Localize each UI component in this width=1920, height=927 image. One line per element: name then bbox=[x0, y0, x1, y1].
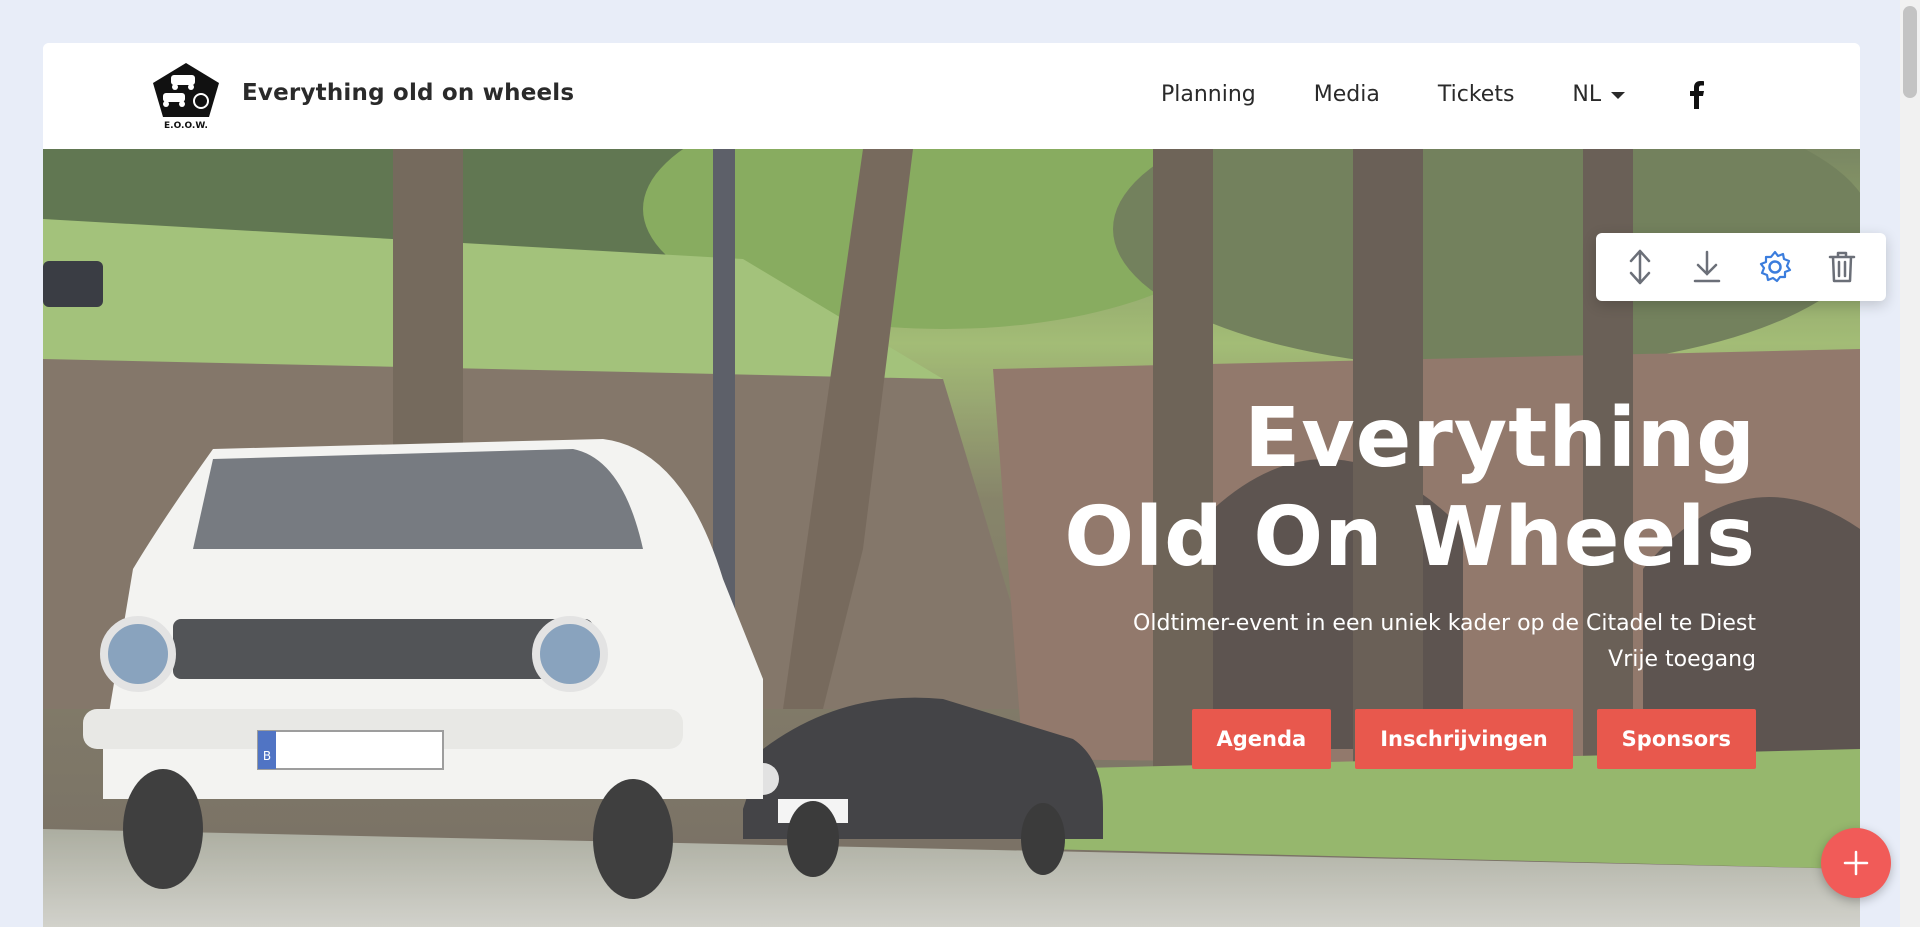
trash-icon bbox=[1829, 251, 1856, 283]
logo-text: E.O.O.W. bbox=[164, 121, 208, 131]
agenda-button[interactable]: Agenda bbox=[1191, 709, 1332, 769]
download-icon bbox=[1694, 250, 1721, 283]
add-block-button[interactable] bbox=[1821, 828, 1891, 898]
site-header: E.O.O.W. Everything old on wheels Planni… bbox=[43, 43, 1860, 149]
move-vertical-icon bbox=[1629, 249, 1650, 285]
sponsors-button[interactable]: Sponsors bbox=[1596, 709, 1756, 769]
eoow-logo[interactable]: E.O.O.W. bbox=[151, 61, 221, 131]
hero-section: B Everything Old On Wheels Oldtimer-even… bbox=[43, 149, 1860, 927]
hero-subtitle-line-1: Oldtimer-event in een uniek kader op de … bbox=[1133, 611, 1756, 636]
scrollbar[interactable] bbox=[1900, 0, 1920, 927]
site-brand-name[interactable]: Everything old on wheels bbox=[242, 80, 574, 106]
language-dropdown[interactable]: NL bbox=[1572, 81, 1626, 107]
page-frame: E.O.O.W. Everything old on wheels Planni… bbox=[43, 43, 1860, 927]
move-button[interactable] bbox=[1620, 247, 1660, 287]
hero-title: Everything Old On Wheels bbox=[1064, 389, 1756, 587]
inschrijvingen-button[interactable]: Inschrijvingen bbox=[1355, 709, 1573, 769]
language-label: NL bbox=[1572, 81, 1602, 107]
caret-down-icon bbox=[1611, 91, 1626, 99]
scrollbar-thumb[interactable] bbox=[1903, 6, 1917, 98]
hero-subtitle-line-2: Vrije toegang bbox=[1608, 647, 1756, 672]
nav-planning[interactable]: Planning bbox=[1161, 82, 1256, 107]
block-editor-toolbar bbox=[1596, 233, 1886, 301]
nav-tickets[interactable]: Tickets bbox=[1438, 82, 1515, 107]
hero-title-line-2: Old On Wheels bbox=[1064, 490, 1756, 585]
delete-button[interactable] bbox=[1822, 247, 1862, 287]
download-button[interactable] bbox=[1687, 247, 1727, 287]
facebook-icon[interactable] bbox=[1687, 79, 1705, 109]
plus-icon bbox=[1843, 850, 1869, 876]
settings-gear-icon bbox=[1759, 250, 1791, 283]
hero-title-line-1: Everything bbox=[1244, 391, 1756, 486]
hero-buttons: Agenda Inschrijvingen Sponsors bbox=[1191, 709, 1756, 769]
nav-media[interactable]: Media bbox=[1314, 82, 1380, 107]
settings-button[interactable] bbox=[1755, 247, 1795, 287]
main-nav: Planning Media Tickets NL bbox=[1161, 79, 1705, 109]
hero-subtitle: Oldtimer-event in een uniek kader op de … bbox=[1133, 606, 1756, 678]
